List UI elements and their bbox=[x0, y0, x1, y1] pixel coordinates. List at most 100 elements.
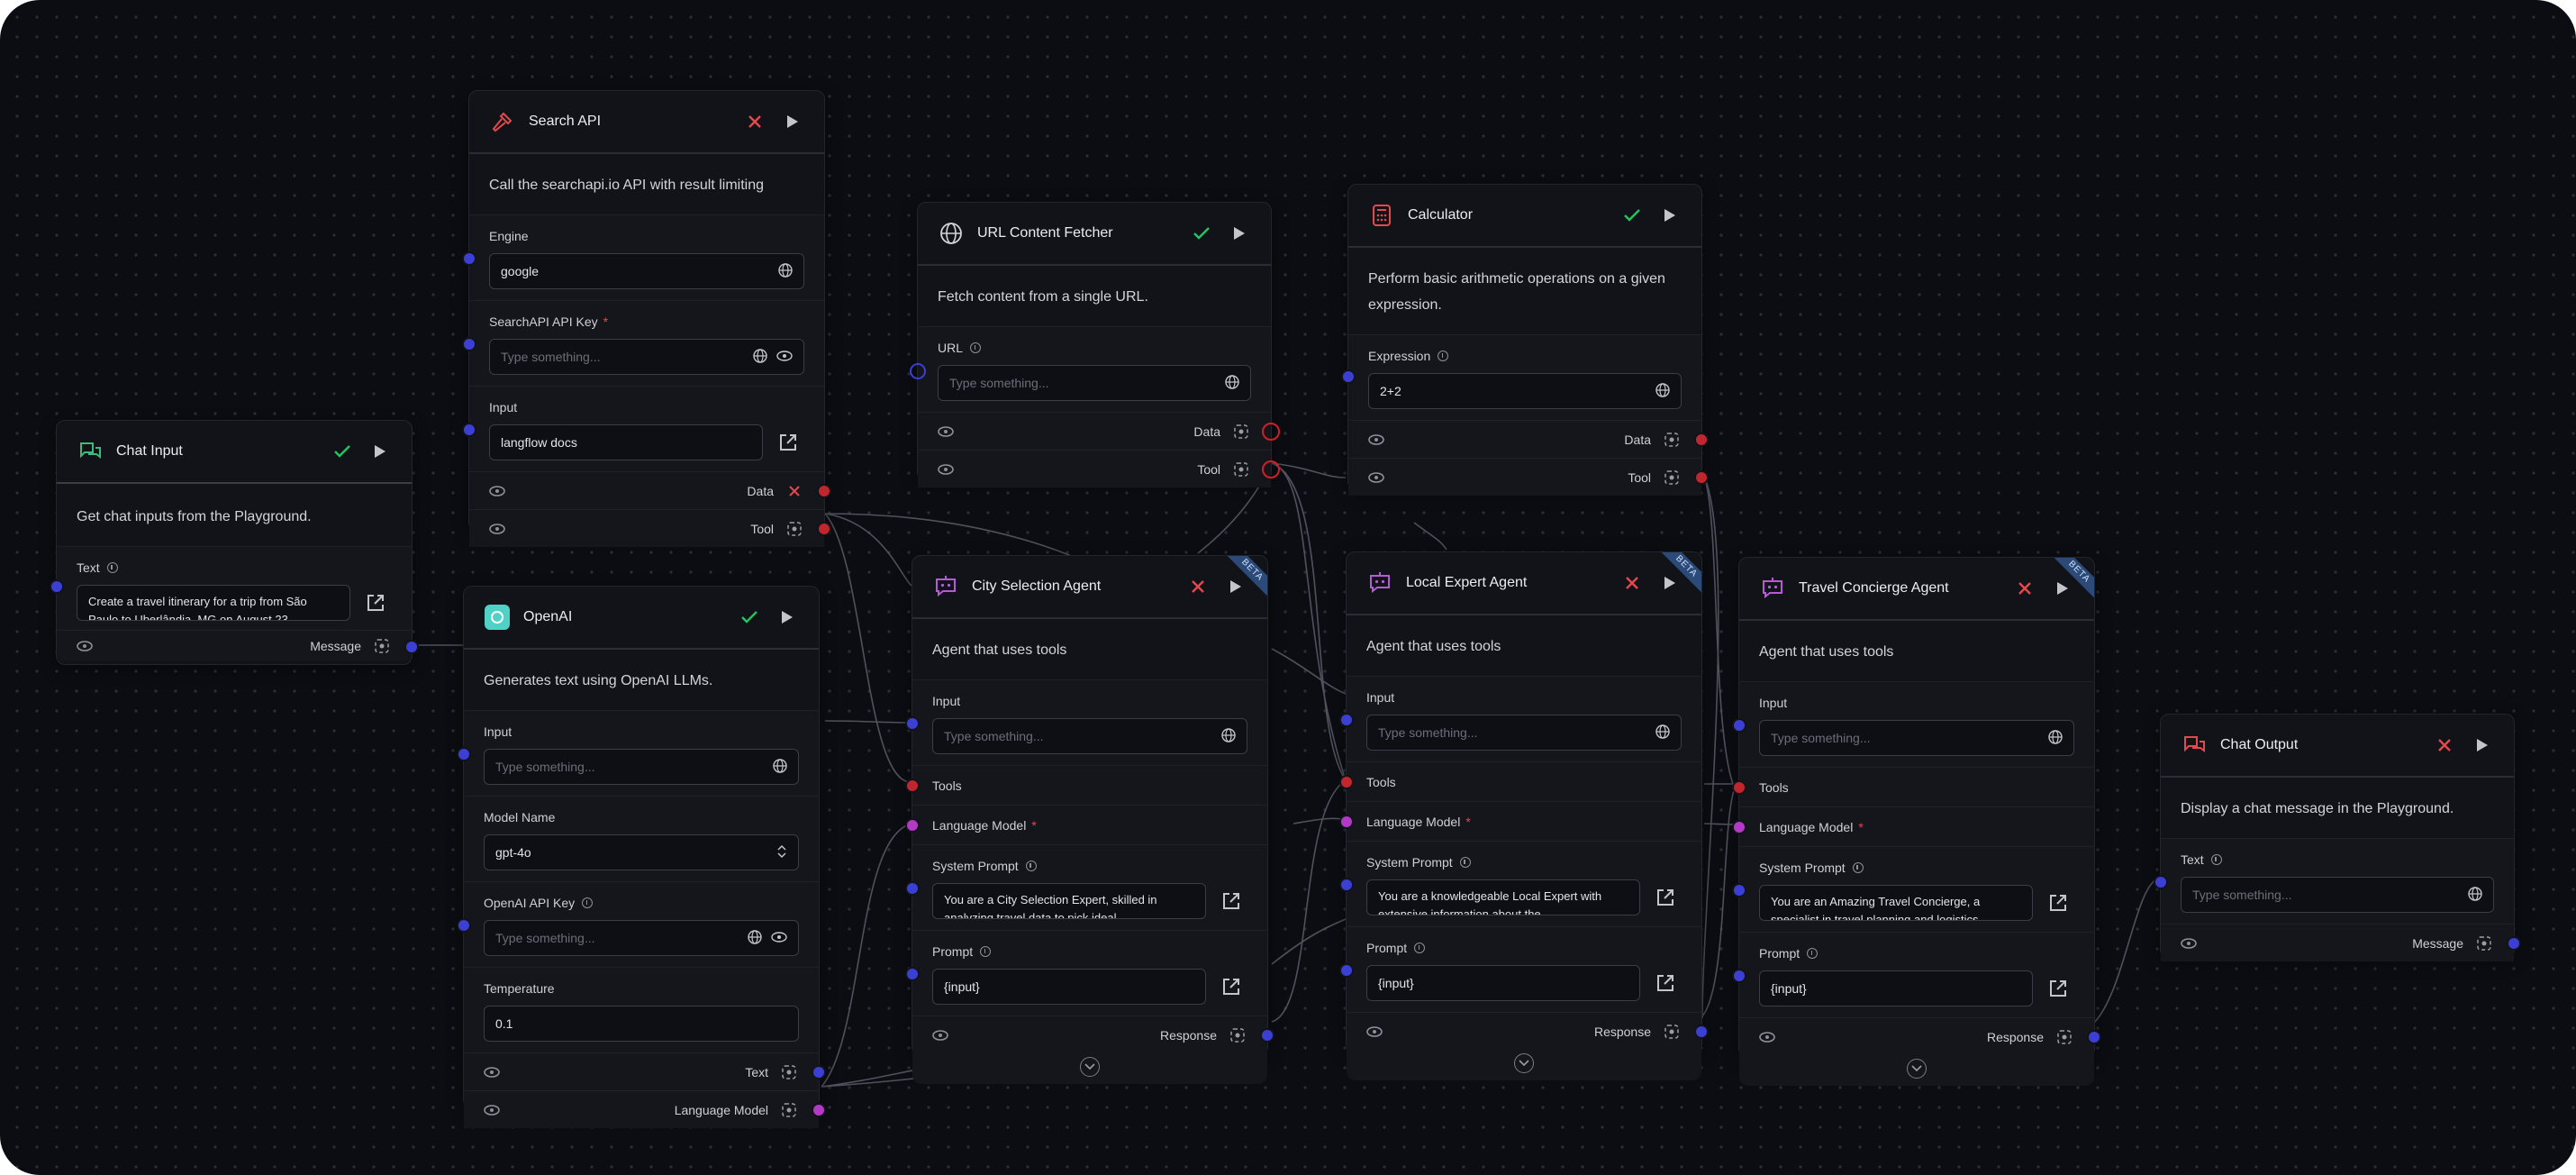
node-search-api[interactable]: Search API Call the searchapi.io API wit… bbox=[464, 90, 830, 547]
temperature-input[interactable]: 0.1 bbox=[484, 1006, 799, 1042]
input-handle[interactable] bbox=[51, 581, 62, 592]
input-field[interactable]: Type something... bbox=[484, 749, 799, 785]
input-handle[interactable] bbox=[1341, 879, 1352, 890]
output-handle-data[interactable] bbox=[1696, 434, 1707, 445]
visibility-eye-icon[interactable] bbox=[932, 1029, 952, 1042]
text-input[interactable]: Create a travel itinerary for a trip fro… bbox=[77, 585, 350, 621]
output-handle-response[interactable] bbox=[2089, 1032, 2100, 1043]
input-handle[interactable] bbox=[907, 883, 918, 894]
input-handle[interactable] bbox=[907, 718, 918, 729]
node-local-expert-agent[interactable]: BETA Local Expert Agent Agent that uses … bbox=[1341, 551, 1707, 1080]
visibility-eye-icon[interactable] bbox=[2181, 937, 2200, 950]
api-key-input[interactable]: Type something... bbox=[489, 339, 804, 375]
system-prompt-input[interactable]: You are a City Selection Expert, skilled… bbox=[932, 883, 1206, 919]
globe-icon[interactable] bbox=[1655, 382, 1670, 400]
node-travel-concierge-agent[interactable]: BETA Travel Concierge Agent Agent that u… bbox=[1734, 557, 2100, 1086]
inspect-output-icon[interactable] bbox=[1231, 422, 1251, 442]
output-handle-response[interactable] bbox=[1696, 1026, 1707, 1037]
input-handle-tools[interactable] bbox=[1734, 782, 1745, 793]
input-handle[interactable] bbox=[1341, 715, 1352, 725]
inspect-output-icon[interactable] bbox=[2474, 934, 2494, 953]
visibility-eye-icon[interactable] bbox=[484, 1066, 503, 1079]
run-button[interactable] bbox=[368, 440, 392, 463]
globe-icon[interactable] bbox=[1221, 727, 1236, 745]
visibility-eye-icon[interactable] bbox=[1366, 1025, 1386, 1038]
input-handle-url[interactable] bbox=[910, 363, 926, 379]
visibility-eye-icon[interactable] bbox=[938, 463, 957, 476]
input-field[interactable]: langflow docs bbox=[489, 424, 763, 460]
visibility-eye-icon[interactable] bbox=[1368, 471, 1388, 484]
output-handle-text[interactable] bbox=[813, 1067, 824, 1078]
flow-canvas[interactable]: Chat Input Get chat inputs from the Play… bbox=[0, 0, 2576, 1175]
system-prompt-input[interactable]: You are an Amazing Travel Concierge, a s… bbox=[1759, 885, 2033, 921]
output-handle-tool[interactable] bbox=[1696, 472, 1707, 483]
visibility-eye-icon[interactable] bbox=[489, 523, 509, 535]
inspect-output-icon[interactable] bbox=[1228, 1025, 1247, 1045]
input-handle[interactable] bbox=[464, 339, 475, 350]
input-handle-tools[interactable] bbox=[1341, 777, 1352, 788]
input-handle-tools[interactable] bbox=[907, 780, 918, 791]
input-handle-language-model[interactable] bbox=[907, 820, 918, 831]
prompt-input[interactable]: {input} bbox=[1759, 970, 2033, 1006]
url-input[interactable]: Type something... bbox=[938, 365, 1251, 401]
expand-editor-icon[interactable] bbox=[1215, 883, 1247, 919]
globe-icon[interactable] bbox=[753, 348, 767, 366]
run-button[interactable] bbox=[1658, 204, 1682, 227]
input-handle[interactable] bbox=[907, 969, 918, 979]
input-handle[interactable] bbox=[464, 424, 475, 435]
globe-icon[interactable] bbox=[1225, 374, 1239, 392]
expression-input[interactable]: 2+2 bbox=[1368, 373, 1682, 409]
expand-editor-icon[interactable] bbox=[772, 424, 804, 460]
run-button[interactable] bbox=[781, 110, 804, 133]
globe-icon[interactable] bbox=[2048, 729, 2063, 747]
output-handle-tool[interactable] bbox=[819, 524, 830, 534]
input-handle-language-model[interactable] bbox=[1341, 816, 1352, 827]
output-handle-language-model[interactable] bbox=[813, 1105, 824, 1116]
input-field[interactable]: Type something... bbox=[1366, 715, 1682, 751]
visibility-eye-icon[interactable] bbox=[1759, 1031, 1779, 1043]
input-handle[interactable] bbox=[458, 749, 469, 760]
expand-editor-icon[interactable] bbox=[359, 585, 392, 621]
expand-editor-icon[interactable] bbox=[2042, 970, 2074, 1006]
globe-icon[interactable] bbox=[773, 758, 787, 776]
node-chat-input[interactable]: Chat Input Get chat inputs from the Play… bbox=[51, 420, 417, 665]
expand-chevron-icon[interactable] bbox=[1907, 1059, 1927, 1079]
globe-icon[interactable] bbox=[1655, 724, 1670, 742]
node-chat-output[interactable]: Chat Output Display a chat message in th… bbox=[2155, 714, 2519, 961]
output-handle-data[interactable] bbox=[1262, 423, 1280, 441]
output-handle-tool[interactable] bbox=[1262, 460, 1280, 478]
inspect-output-icon[interactable] bbox=[1662, 1022, 1682, 1042]
visibility-eye-icon[interactable] bbox=[1368, 433, 1388, 446]
inspect-output-icon[interactable] bbox=[372, 636, 392, 656]
output-handle-message[interactable] bbox=[2508, 938, 2519, 949]
visibility-eye-icon[interactable] bbox=[77, 640, 96, 652]
input-handle[interactable] bbox=[1341, 965, 1352, 976]
input-handle[interactable] bbox=[1343, 371, 1354, 382]
prompt-input[interactable]: {input} bbox=[932, 969, 1206, 1005]
globe-icon[interactable] bbox=[778, 262, 793, 280]
expand-editor-icon[interactable] bbox=[2042, 885, 2074, 921]
input-handle[interactable] bbox=[1734, 970, 1745, 981]
inspect-output-icon[interactable] bbox=[2054, 1027, 2074, 1047]
node-url-fetcher[interactable]: URL Content Fetcher Fetch content from a… bbox=[910, 202, 1280, 487]
text-input[interactable]: Type something... bbox=[2181, 877, 2494, 913]
inspect-output-icon[interactable] bbox=[1662, 468, 1682, 487]
input-handle-language-model[interactable] bbox=[1734, 822, 1745, 833]
expand-chevron-icon[interactable] bbox=[1514, 1053, 1534, 1073]
visibility-eye-icon[interactable] bbox=[938, 425, 957, 438]
inspect-output-icon[interactable] bbox=[1231, 460, 1251, 479]
node-calculator[interactable]: Calculator Perform basic arithmetic oper… bbox=[1343, 184, 1707, 496]
model-select[interactable]: gpt-4o bbox=[484, 834, 799, 870]
eye-icon[interactable] bbox=[776, 350, 793, 364]
eye-icon[interactable] bbox=[771, 931, 787, 945]
input-field[interactable]: Type something... bbox=[1759, 720, 2074, 756]
input-field[interactable]: Type something... bbox=[932, 718, 1247, 754]
node-city-selection-agent[interactable]: BETA City Selection Agent Agent that use… bbox=[907, 555, 1273, 1084]
inspect-output-icon[interactable] bbox=[779, 1062, 799, 1082]
run-button[interactable] bbox=[1228, 222, 1251, 245]
visibility-eye-icon[interactable] bbox=[489, 485, 509, 497]
output-handle-message[interactable] bbox=[406, 642, 417, 652]
prompt-input[interactable]: {input} bbox=[1366, 965, 1640, 1001]
output-handle-data[interactable] bbox=[819, 486, 830, 496]
output-handle-response[interactable] bbox=[1262, 1030, 1273, 1041]
